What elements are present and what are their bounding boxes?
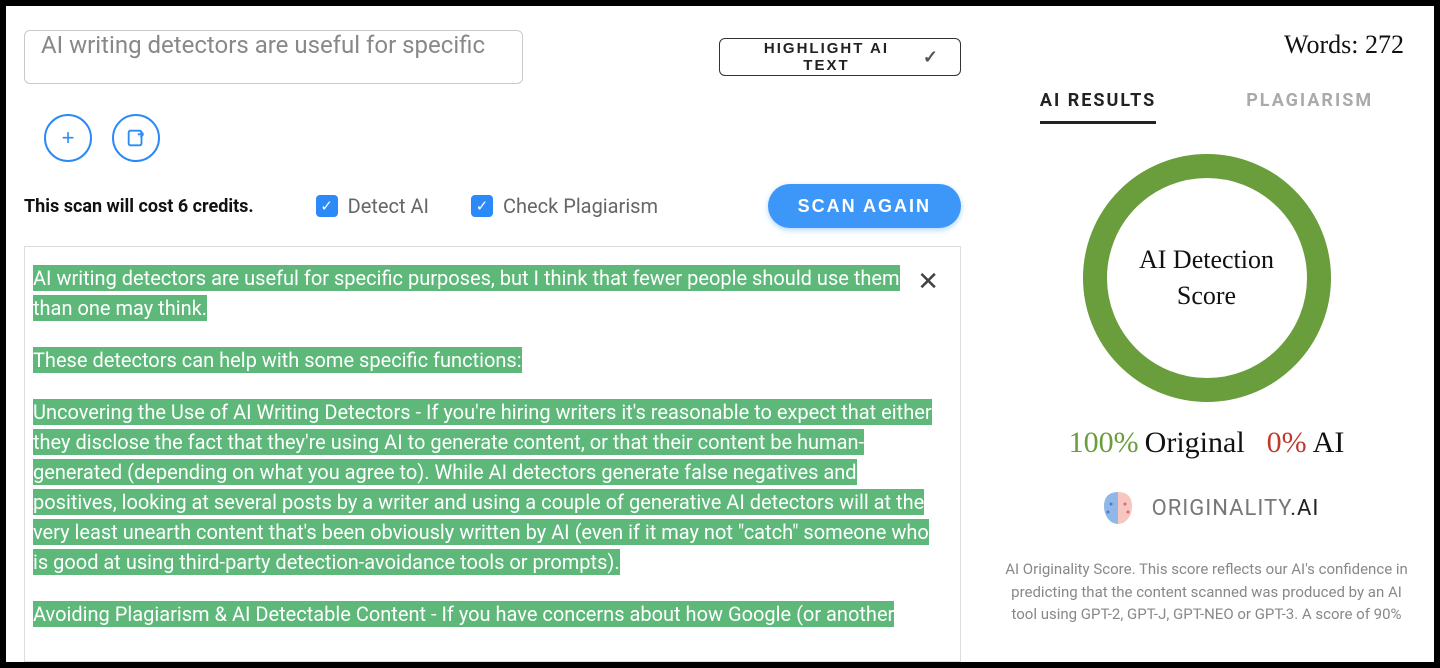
detect-ai-label: Detect AI	[348, 194, 429, 218]
left-pane: AI writing detectors are useful for spec…	[6, 6, 979, 662]
scan-again-button[interactable]: SCAN AGAIN	[768, 184, 961, 228]
highlight-ai-text-button[interactable]: HIGHLIGHT AI TEXT ✓	[719, 38, 961, 76]
originality-ai-logo: ORIGINALITY.AI	[1094, 488, 1320, 528]
check-plagiarism-checkbox[interactable]: ✓	[471, 195, 493, 217]
credit-cost-text: This scan will cost 6 credits.	[24, 196, 254, 217]
close-icon[interactable]: ✕	[917, 266, 939, 297]
score-description: AI Originality Score. This score reflect…	[997, 558, 1416, 626]
tab-plagiarism[interactable]: PLAGIARISM	[1246, 90, 1373, 124]
add-button[interactable]: +	[44, 114, 92, 162]
export-icon	[125, 127, 147, 149]
plus-icon: +	[62, 125, 75, 151]
detect-ai-checkbox[interactable]: ✓	[316, 195, 338, 217]
tab-ai-results[interactable]: AI RESULTS	[1040, 90, 1156, 124]
score-percentages: 100%Original 0%AI	[1069, 426, 1345, 460]
check-plagiarism-label: Check Plagiarism	[503, 194, 658, 218]
ai-detection-score-ring: AI Detection Score	[1083, 154, 1331, 402]
word-count: Words: 272	[1284, 30, 1404, 60]
brain-icon	[1094, 488, 1142, 528]
check-icon: ✓	[923, 47, 940, 68]
content-textarea[interactable]: AI writing detectors are useful for spec…	[24, 246, 961, 662]
export-button[interactable]	[112, 114, 160, 162]
results-pane: AI RESULTS PLAGIARISM AI Detection Score…	[979, 6, 1434, 662]
title-input[interactable]: AI writing detectors are useful for spec…	[24, 30, 523, 84]
